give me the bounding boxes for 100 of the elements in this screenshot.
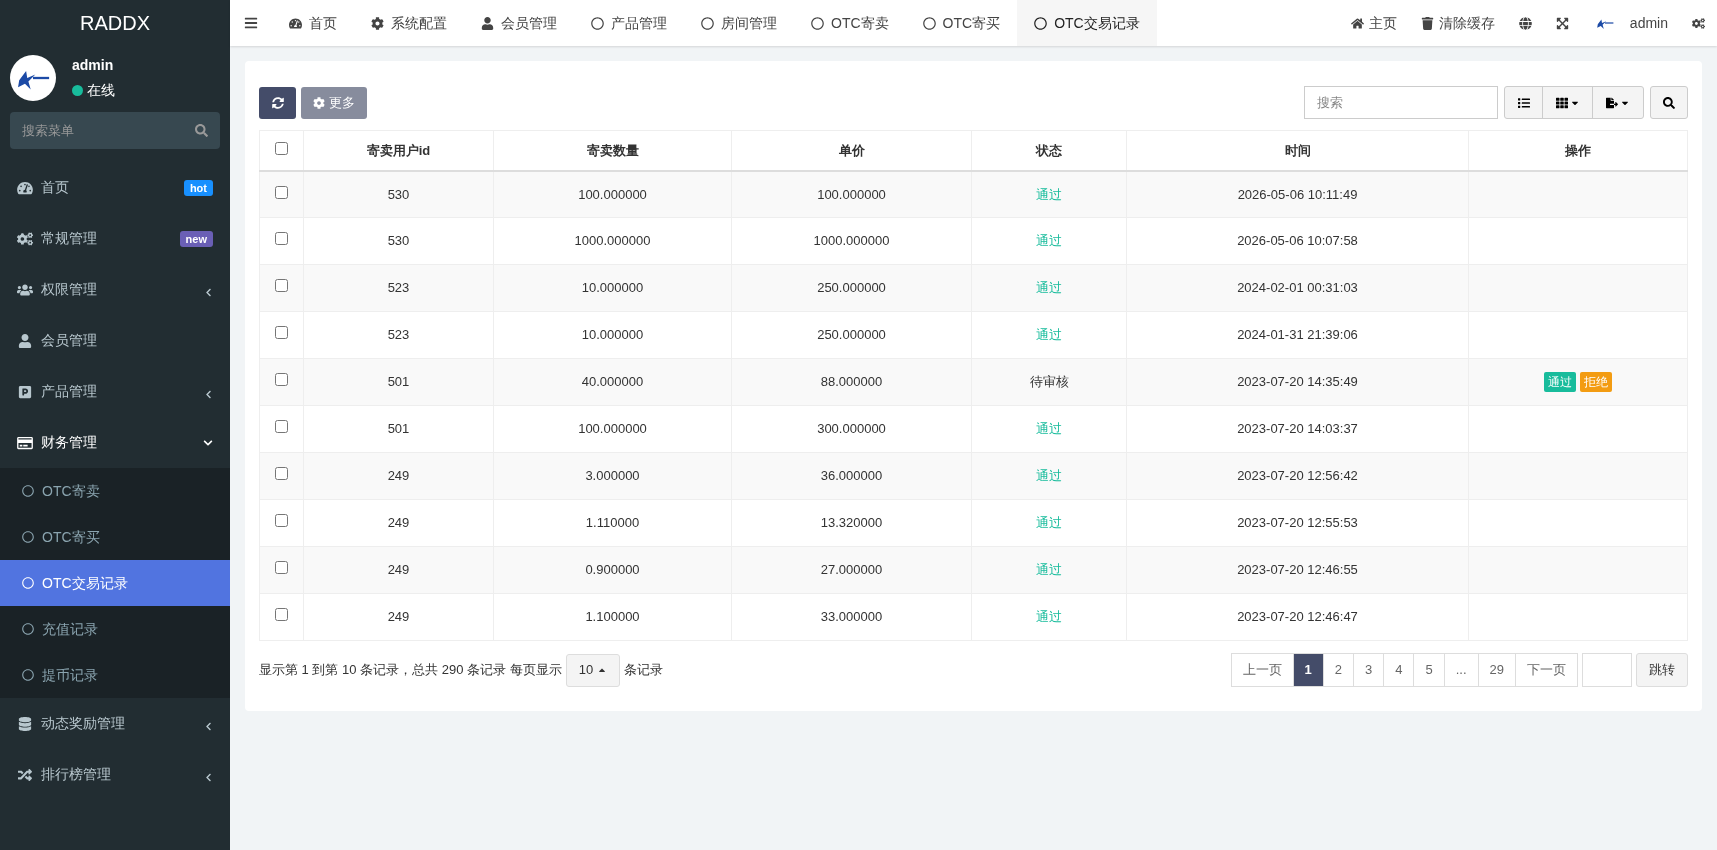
nav-tab[interactable]: 会员管理	[464, 0, 574, 46]
table-cell: 33.000000	[820, 609, 883, 625]
records-summary: 显示第 1 到第 10 条记录，总共 290 条记录 每页显示	[259, 661, 562, 680]
page-button[interactable]: 4	[1383, 653, 1415, 687]
table-cell: 2023-07-20 14:35:49	[1237, 374, 1358, 390]
row-checkbox[interactable]	[275, 608, 288, 622]
submenu-item[interactable]: OTC交易记录	[0, 560, 230, 606]
table-cell: 501	[387, 421, 410, 437]
table-cell: 2024-01-31 21:39:06	[1237, 327, 1358, 343]
dashboard-icon	[17, 180, 33, 195]
sidebar-item[interactable]: 排行榜管理	[0, 749, 230, 800]
expand-icon	[1555, 16, 1569, 30]
tab-label: 首页	[309, 13, 337, 33]
dashboard-icon	[289, 16, 302, 30]
submenu-item[interactable]: 提币记录	[0, 652, 230, 698]
table-cell: 2023-07-20 14:03:37	[1237, 421, 1358, 437]
page-button[interactable]: 5	[1413, 653, 1445, 687]
nav-tab[interactable]: 产品管理	[574, 0, 684, 46]
sidebar-item[interactable]: 会员管理	[0, 315, 230, 366]
status-text: 通过	[1036, 421, 1062, 437]
status-text: 通过	[1036, 609, 1062, 625]
sidebar-item[interactable]: 产品管理	[0, 366, 230, 417]
users-icon	[17, 282, 33, 297]
page-button[interactable]: ...	[1443, 653, 1479, 687]
nav-tab[interactable]: OTC寄卖	[794, 0, 906, 46]
menu-icon	[244, 16, 258, 30]
tab-label: 系统配置	[391, 13, 447, 33]
row-checkbox[interactable]	[275, 420, 288, 434]
row-checkbox[interactable]	[275, 514, 288, 528]
nav-tab[interactable]: OTC交易记录	[1017, 0, 1157, 46]
table-cell: 530	[387, 233, 410, 249]
navbar-label: 清除缓存	[1438, 13, 1495, 33]
trash-icon	[1420, 16, 1434, 30]
row-checkbox[interactable]	[275, 185, 288, 199]
search-button[interactable]	[1650, 86, 1688, 119]
status-text: 通过	[1036, 280, 1062, 296]
column-header: 寄卖数量	[586, 142, 639, 158]
table-cell: 1000.000000	[813, 233, 890, 249]
row-checkbox[interactable]	[275, 561, 288, 575]
search-field[interactable]: 搜索	[1304, 86, 1498, 119]
navbar-link[interactable]: 清除缓存	[1408, 0, 1507, 46]
table-cell: 249	[387, 562, 410, 578]
status-text: 通过	[1036, 233, 1062, 249]
nav-tab[interactable]: OTC寄买	[905, 0, 1018, 46]
column-header: 操作	[1565, 142, 1591, 158]
menu-search-field[interactable]: 搜索菜单	[10, 112, 220, 149]
credit-card-icon	[17, 435, 33, 450]
table-cell: 300.000000	[817, 421, 886, 437]
table-cell: 250.000000	[817, 327, 886, 343]
sidebar-item[interactable]: 权限管理	[0, 264, 230, 315]
row-checkbox[interactable]	[275, 232, 288, 246]
home-icon	[1350, 16, 1364, 30]
logo-avatar	[10, 55, 56, 101]
nav-tab[interactable]: 房间管理	[684, 0, 794, 46]
table-cell: 1.110000	[585, 515, 640, 531]
row-checkbox[interactable]	[275, 326, 288, 340]
sidebar-item[interactable]: 财务管理	[0, 417, 230, 468]
submenu-item[interactable]: 充值记录	[0, 606, 230, 652]
nav-tab[interactable]: 系统配置	[354, 0, 464, 46]
page-button[interactable]: 1	[1292, 653, 1324, 687]
page-size-dropdown[interactable]: 10	[565, 653, 621, 687]
submenu-item[interactable]: OTC寄买	[0, 514, 230, 560]
table-cell: 13.320000	[820, 515, 883, 531]
table-cell: 249	[387, 515, 410, 531]
row-checkbox[interactable]	[275, 467, 288, 481]
jump-button[interactable]: 跳转	[1636, 653, 1688, 687]
nav-tab[interactable]: 首页	[272, 0, 354, 46]
sidebar-item[interactable]: 动态奖励管理	[0, 698, 230, 749]
table-cell: 2026-05-06 10:07:58	[1237, 233, 1358, 249]
row-checkbox[interactable]	[275, 279, 288, 293]
records-suffix: 条记录	[624, 661, 664, 680]
page-button[interactable]: 2	[1322, 653, 1354, 687]
navbar-link[interactable]: 主页	[1338, 0, 1409, 46]
table-cell: 2026-05-06 10:11:49	[1237, 186, 1358, 202]
submenu-label: 提币记录	[42, 665, 98, 685]
sidebar-label: 常规管理	[41, 229, 98, 248]
table-cell: 10.000000	[581, 280, 644, 296]
tab-label: 房间管理	[721, 13, 777, 33]
sidebar-item[interactable]: 常规管理 new	[0, 213, 230, 264]
row-checkbox[interactable]	[275, 373, 288, 387]
select-all-checkbox[interactable]	[275, 141, 288, 155]
table-cell: 100.000000	[578, 421, 647, 437]
status-text: 待审核	[1029, 374, 1069, 390]
column-header: 状态	[1036, 142, 1062, 158]
page-button[interactable]: 上一页	[1230, 653, 1294, 687]
column-header: 时间	[1284, 142, 1311, 158]
page-button[interactable]: 下一页	[1515, 653, 1578, 687]
navbar-link[interactable]: admin	[1580, 0, 1680, 46]
sidebar-item[interactable]: 首页 hot	[0, 162, 230, 213]
page-button[interactable]: 3	[1353, 653, 1385, 687]
submenu-item[interactable]: OTC寄卖	[0, 468, 230, 514]
refresh-button[interactable]	[259, 86, 296, 119]
tab-label: OTC寄买	[942, 13, 1001, 33]
page-button[interactable]: 29	[1477, 653, 1516, 687]
page-jump-field[interactable]	[1582, 653, 1632, 687]
list-icon	[1517, 96, 1530, 109]
export-icon	[1606, 96, 1618, 109]
menu-badge: hot	[183, 179, 213, 196]
grid-icon	[1555, 96, 1568, 109]
submenu-label: OTC寄卖	[42, 481, 100, 501]
